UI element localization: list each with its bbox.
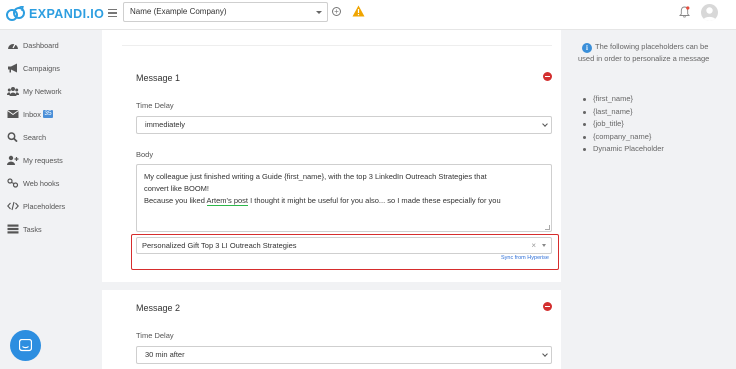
- list-item: Dynamic Placeholder: [583, 143, 664, 156]
- sidebar-item-campaigns[interactable]: Campaigns: [7, 61, 60, 75]
- sidebar-item-inbox[interactable]: Inbox 35: [7, 107, 54, 121]
- message-2-title: Message 2: [136, 303, 181, 313]
- sidebar-item-placeholders[interactable]: Placeholders: [7, 199, 65, 213]
- sidebar-item-my-requests[interactable]: My requests: [7, 153, 63, 167]
- hyperise-template-value: Personalized Gift Top 3 LI Outreach Stra…: [142, 241, 297, 250]
- add-circle-icon[interactable]: +: [332, 7, 341, 16]
- top-bar: EXPANDI.IO Name (Example Company) +: [0, 0, 736, 30]
- webhook-icon: [7, 178, 19, 188]
- remove-message-2-icon[interactable]: [543, 302, 552, 311]
- tasks-icon: [7, 224, 19, 234]
- sidebar-item-label: Placeholders: [23, 201, 66, 211]
- chevron-down-icon: [542, 244, 546, 247]
- avatar[interactable]: [701, 4, 718, 21]
- sidebar-item-dashboard[interactable]: Dashboard: [7, 38, 59, 52]
- brand-name: EXPANDI.IO: [29, 7, 105, 21]
- brand-logo[interactable]: EXPANDI.IO: [6, 6, 104, 22]
- sidebar-item-web-hooks[interactable]: Web hooks: [7, 176, 59, 190]
- message-1-body-textarea[interactable]: My colleague just finished writing a Gui…: [136, 164, 552, 232]
- search-icon: [7, 132, 19, 142]
- user-plus-icon: [7, 155, 19, 165]
- card-separator: [102, 282, 561, 290]
- users-icon: [7, 86, 19, 96]
- menu-toggle-icon[interactable]: [108, 9, 117, 17]
- message-1-title: Message 1: [136, 73, 181, 83]
- message-2-time-delay-select[interactable]: 30 min after: [136, 346, 552, 364]
- megaphone-icon: [7, 63, 19, 73]
- message-1-body-label: Body: [136, 150, 154, 159]
- clear-icon[interactable]: ×: [531, 238, 536, 253]
- sidebar-item-my-network[interactable]: My Network: [7, 84, 62, 98]
- help-panel: [561, 30, 736, 369]
- body-text: I thought it might be useful for you als…: [248, 196, 501, 205]
- hyperise-template-select[interactable]: Personalized Gift Top 3 LI Outreach Stra…: [136, 237, 552, 254]
- sidebar-item-label: Inbox: [23, 109, 41, 119]
- sidebar-item-label: Search: [23, 132, 47, 142]
- chat-icon: [19, 339, 32, 352]
- logo-icon: [6, 6, 25, 21]
- list-item: {last_name}: [583, 106, 664, 119]
- message-1-time-delay-select[interactable]: immediately: [136, 116, 552, 134]
- placeholder-help-text: The following placeholders can be used i…: [578, 42, 710, 63]
- list-item: {job_title}: [583, 118, 664, 131]
- sidebar-item-label: Dashboard: [23, 40, 59, 50]
- sidebar-item-label: Tasks: [23, 224, 42, 234]
- inbox-count-badge: 35: [42, 110, 54, 118]
- warning-icon[interactable]: [352, 5, 365, 17]
- dashboard-icon: [7, 40, 19, 50]
- sidebar-item-label: My requests: [23, 155, 63, 165]
- resize-handle[interactable]: [545, 225, 550, 230]
- sidebar-item-label: My Network: [23, 86, 62, 96]
- bell-icon[interactable]: [679, 6, 690, 18]
- envelope-icon: [7, 109, 19, 119]
- remove-message-1-icon[interactable]: [543, 72, 552, 81]
- company-select-value: Name (Example Company): [130, 7, 227, 16]
- code-icon: [7, 201, 19, 211]
- body-text: Because you liked: [144, 196, 207, 205]
- sync-from-hyperise-link[interactable]: Sync from Hyperise: [501, 255, 549, 261]
- chevron-down-icon: [316, 11, 322, 14]
- message-editor: Message 1 Time Delay immediately Body My…: [102, 30, 561, 369]
- company-select[interactable]: Name (Example Company): [123, 2, 328, 22]
- message-1-time-delay-value: immediately: [145, 120, 186, 129]
- body-line: Because you liked Artem's post I thought…: [144, 195, 544, 207]
- message-1-time-delay-label: Time Delay: [136, 101, 174, 110]
- chat-widget-button[interactable]: [10, 330, 41, 361]
- placeholder-list: {first_name} {last_name} {job_title} {co…: [583, 93, 664, 156]
- post-link[interactable]: Artem's post: [206, 196, 248, 206]
- list-item: {company_name}: [583, 131, 664, 144]
- chevron-down-icon: [542, 351, 548, 357]
- body-line: convert like BOOM!: [144, 184, 210, 193]
- sidebar-item-tasks[interactable]: Tasks: [7, 222, 42, 236]
- message-2-time-delay-value: 30 min after: [145, 350, 185, 359]
- list-item: {first_name}: [583, 93, 664, 106]
- sidebar-item-label: Web hooks: [23, 178, 60, 188]
- divider: [122, 45, 552, 46]
- sidebar-item-search[interactable]: Search: [7, 130, 46, 144]
- body-line: My colleague just finished writing a Gui…: [144, 172, 487, 181]
- sidebar-item-label: Campaigns: [23, 63, 60, 73]
- info-icon: i: [582, 43, 592, 53]
- message-2-time-delay-label: Time Delay: [136, 331, 174, 340]
- chevron-down-icon: [542, 121, 548, 127]
